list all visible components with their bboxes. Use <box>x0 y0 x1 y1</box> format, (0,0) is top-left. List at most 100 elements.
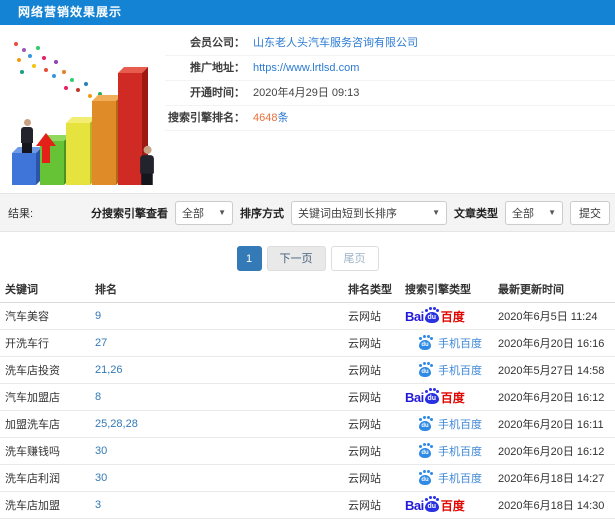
baidu-paw-icon: du <box>424 309 439 323</box>
mobile-baidu-label: 手机百度 <box>438 365 482 377</box>
table-row: 汽车加盟店 8 云网站 Bai du 百度 2020年6月20日 16:12 <box>0 384 615 411</box>
rank-cell[interactable]: 8 <box>95 391 348 403</box>
rank-cell[interactable]: 30 <box>95 445 348 457</box>
mobile-baidu-logo: du 手机百度 <box>405 443 498 459</box>
rank-cell[interactable]: 21,26 <box>95 364 348 376</box>
last-page-button[interactable]: 尾页 <box>330 246 379 271</box>
mobile-baidu-label: 手机百度 <box>438 446 482 458</box>
baidu-logo: Bai du 百度 <box>405 389 498 406</box>
submit-button[interactable]: 提交 <box>570 200 610 225</box>
up-arrow-icon <box>36 133 56 163</box>
chart-bar-blue <box>12 153 36 185</box>
businessman-right <box>139 145 155 185</box>
keyword-cell: 汽车美容 <box>5 311 49 323</box>
time-cell: 2020年6月18日 14:30 <box>498 500 605 512</box>
filter-bar: 结果: 分搜索引擎查看 全部 ▼ 排序方式 关键词由短到长排序 ▼ 文章类型 全… <box>0 193 615 232</box>
rank-cell[interactable]: 30 <box>95 472 348 484</box>
rank-type-cell: 云网站 <box>348 446 381 458</box>
filter-controls: 分搜索引擎查看 全部 ▼ 排序方式 关键词由短到长排序 ▼ 文章类型 全部 ▼ … <box>91 200 615 225</box>
confetti-decoration <box>14 42 18 46</box>
rank-type-cell: 云网站 <box>348 365 381 377</box>
result-label: 结果: <box>8 207 34 220</box>
rank-type-cell: 云网站 <box>348 419 381 431</box>
engine-select-value: 全部 <box>182 207 204 220</box>
table-row: 洗车店利润 30 云网站 du 手机百度 2020年6月18日 14:27 <box>0 465 615 492</box>
baidu-paw-icon: du <box>419 444 431 458</box>
keyword-cell: 洗车店投资 <box>5 365 60 377</box>
table-header-row: 关键词 排名 排名类型 搜索引擎类型 最新更新时间 <box>0 276 615 303</box>
table-row: 开洗车行 27 云网站 du 手机百度 2020年6月20日 16:16 <box>0 330 615 357</box>
keyword-cell: 汽车加盟店 <box>5 392 60 404</box>
table-row: 加盟洗车店 25,28,28 云网站 du 手机百度 2020年6月20日 16:11 <box>0 411 615 438</box>
chevron-down-icon: ▼ <box>432 208 440 217</box>
mobile-baidu-paw-icon: du <box>418 363 434 377</box>
info-label: 推广地址： <box>190 62 245 74</box>
baidu-logo: Bai du 百度 <box>405 308 498 325</box>
article-type-select[interactable]: 全部 ▼ <box>505 200 563 225</box>
info-row: 会员公司： 山东老人头汽车服务咨询有限公司 <box>165 31 615 56</box>
mobile-baidu-paw-icon: du <box>418 336 434 350</box>
baidu-paw-icon: du <box>419 336 431 350</box>
page: 网络营销效果展示 会员公司： 山东老人头汽车服务咨询有限公司推广地址： https:… <box>0 0 615 520</box>
keyword-cell: 加盟洗车店 <box>5 419 60 431</box>
header-keyword: 关键词 <box>5 284 38 296</box>
baidu-cn-text: 百度 <box>440 309 465 324</box>
sort-select[interactable]: 关键词由短到长排序 ▼ <box>291 200 447 225</box>
info-label: 会员公司： <box>190 37 245 49</box>
mobile-baidu-label: 手机百度 <box>438 473 482 485</box>
info-label: 搜索引擎排名： <box>168 112 245 124</box>
table-row: 洗车店加盟 3 云网站 Bai du 百度 2020年6月18日 14:30 <box>0 492 615 519</box>
time-cell: 2020年5月27日 14:58 <box>498 365 605 377</box>
header-rank-type: 排名类型 <box>348 284 392 296</box>
time-cell: 2020年6月18日 14:27 <box>498 473 605 485</box>
header-bar: 网络营销效果展示 <box>0 0 615 25</box>
rank-type-cell: 云网站 <box>348 338 381 350</box>
info-panel: 会员公司： 山东老人头汽车服务咨询有限公司推广地址： https://www.lrt… <box>165 31 615 131</box>
table-row: 洗车赚钱吗 30 云网站 du 手机百度 2020年6月20日 16:12 <box>0 438 615 465</box>
baidu-cn-text: 百度 <box>440 498 465 513</box>
mobile-baidu-logo: du 手机百度 <box>405 416 498 432</box>
results-table: 关键词 排名 排名类型 搜索引擎类型 最新更新时间 汽车美容 9 云网站 Bai du 百… <box>0 276 615 519</box>
mobile-baidu-logo: du 手机百度 <box>405 470 498 486</box>
article-select-value: 全部 <box>512 207 534 220</box>
info-label: 开通时间： <box>190 87 245 99</box>
info-link[interactable]: https://www.lrtlsd.com <box>253 62 359 74</box>
sort-filter-label: 排序方式 <box>240 207 284 220</box>
time-cell: 2020年6月5日 11:24 <box>498 311 598 323</box>
mobile-baidu-paw-icon: du <box>418 444 434 458</box>
mobile-baidu-label: 手机百度 <box>438 338 482 350</box>
info-row: 开通时间： 2020年4月29日 09:13 <box>165 81 615 106</box>
keyword-cell: 洗车赚钱吗 <box>5 446 60 458</box>
rank-cell[interactable]: 3 <box>95 499 348 511</box>
mobile-baidu-label: 手机百度 <box>438 419 482 431</box>
rank-type-cell: 云网站 <box>348 473 381 485</box>
rank-cell[interactable]: 9 <box>95 310 348 322</box>
ranking-count: 4648 <box>253 112 278 124</box>
rank-cell[interactable]: 25,28,28 <box>95 418 348 430</box>
baidu-paw-icon: du <box>424 498 439 512</box>
pagination: 1 下一页 尾页 <box>0 246 615 271</box>
rank-cell[interactable]: 27 <box>95 337 348 349</box>
engine-select[interactable]: 全部 ▼ <box>175 200 233 225</box>
baidu-paw-icon: du <box>419 417 431 431</box>
engine-filter-label: 分搜索引擎查看 <box>91 207 168 220</box>
baidu-text-icon: Bai <box>405 389 424 405</box>
chevron-down-icon: ▼ <box>218 208 226 217</box>
sort-select-value: 关键词由短到长排序 <box>298 207 397 220</box>
rank-type-cell: 云网站 <box>348 500 381 512</box>
businessman-left <box>20 119 34 153</box>
baidu-text-icon: Bai <box>405 308 424 324</box>
table-body: 汽车美容 9 云网站 Bai du 百度 2020年6月5日 11:24 开洗车行 27 云网站 d… <box>0 303 615 519</box>
article-type-label: 文章类型 <box>454 207 498 220</box>
baidu-paw-icon: du <box>419 471 431 485</box>
keyword-cell: 洗车店利润 <box>5 473 60 485</box>
promo-image <box>0 28 165 192</box>
info-text: 2020年4月29日 09:13 <box>253 87 360 99</box>
next-page-button[interactable]: 下一页 <box>266 246 326 271</box>
mobile-baidu-logo: du 手机百度 <box>405 335 498 351</box>
page-1-button[interactable]: 1 <box>236 246 262 271</box>
info-link[interactable]: 山东老人头汽车服务咨询有限公司 <box>253 37 418 49</box>
page-title: 网络营销效果展示 <box>18 5 123 19</box>
baidu-paw-icon: du <box>419 363 431 377</box>
mobile-baidu-paw-icon: du <box>418 417 434 431</box>
